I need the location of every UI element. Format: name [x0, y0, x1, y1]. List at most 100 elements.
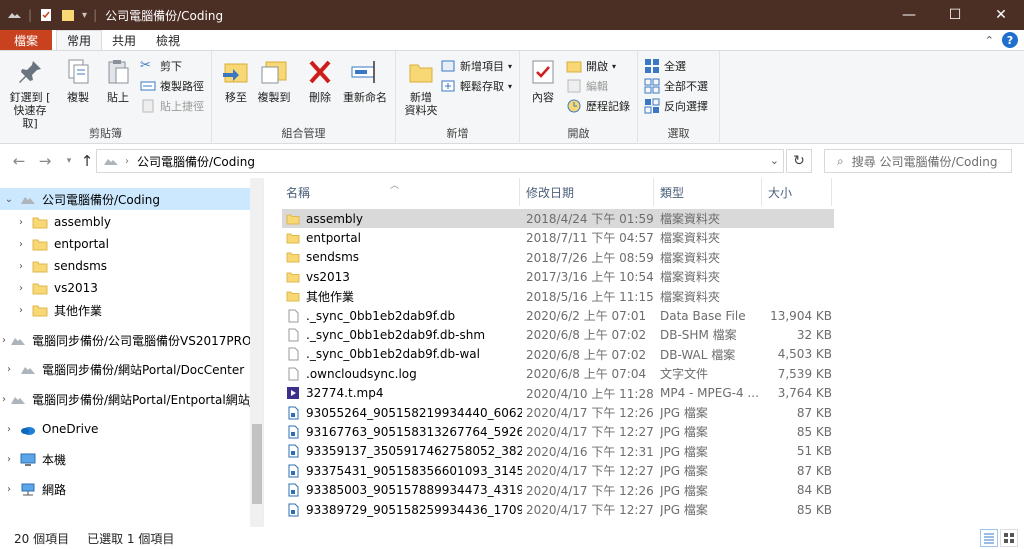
- file-name-cell[interactable]: 93385003_905157889934473_431969...: [286, 481, 522, 500]
- invert-selection-button[interactable]: 反向選擇: [644, 97, 708, 115]
- open-button[interactable]: 開啟 ▾: [566, 57, 616, 75]
- chevron-right-icon[interactable]: ›: [14, 261, 28, 272]
- collapse-ribbon-icon[interactable]: ⌃: [985, 34, 994, 47]
- move-to-button[interactable]: 移至: [220, 57, 252, 104]
- properties-icon[interactable]: [38, 7, 54, 23]
- nav-item[interactable]: › 電腦同步備份/公司電腦備份VS2017PROJ: [0, 329, 250, 351]
- history-button[interactable]: 歷程記錄: [566, 97, 630, 115]
- details-view-button[interactable]: [980, 529, 998, 547]
- file-row[interactable]: 93385003_905157889934473_431969... 2020/4…: [282, 481, 834, 500]
- file-name-cell[interactable]: 93389729_905158259934436_170994...: [286, 500, 522, 519]
- chevron-down-icon[interactable]: ⌄: [2, 194, 16, 205]
- tab-home[interactable]: 常用: [56, 30, 103, 50]
- help-icon[interactable]: ?: [1002, 32, 1018, 48]
- column-header-type[interactable]: 類型: [654, 178, 762, 206]
- chevron-right-icon[interactable]: ›: [14, 239, 28, 250]
- nav-item[interactable]: ⌄ 公司電腦備份/Coding: [0, 188, 250, 210]
- chevron-right-icon[interactable]: ›: [2, 454, 16, 465]
- paste-shortcut-button[interactable]: 貼上捷徑: [140, 97, 204, 115]
- file-row[interactable]: 93167763_905158313267764_592696... 2020/4…: [282, 422, 834, 441]
- cut-button[interactable]: ✂ 剪下: [140, 57, 182, 75]
- file-row[interactable]: 93055264_905158219934440_606266... 2020/4…: [282, 403, 834, 422]
- file-name-cell[interactable]: 93055264_905158219934440_606266...: [286, 403, 522, 422]
- tab-view[interactable]: 檢視: [146, 30, 190, 50]
- new-item-button[interactable]: 新增項目 ▾: [440, 57, 512, 75]
- file-row[interactable]: .owncloudsync.log 2020/6/8 上午 07:04 文字文件 7,…: [282, 364, 834, 383]
- file-row[interactable]: 93375431_905158356601093_314582... 2020/4…: [282, 461, 834, 480]
- file-name-cell[interactable]: ._sync_0bb1eb2dab9f.db: [286, 306, 522, 325]
- easy-access-button[interactable]: 輕鬆存取 ▾: [440, 77, 512, 95]
- close-button[interactable]: ✕: [978, 0, 1024, 30]
- nav-item[interactable]: › 電腦同步備份/網站Portal/DocCenter: [0, 358, 250, 380]
- customize-toolbar-icon[interactable]: ▾: [82, 10, 87, 21]
- file-row[interactable]: entportal 2018/7/11 下午 04:57 檔案資料夾: [282, 228, 834, 247]
- file-row[interactable]: ._sync_0bb1eb2dab9f.db-wal 2020/6/8 上午 07…: [282, 345, 834, 364]
- refresh-button[interactable]: ↻: [786, 149, 812, 173]
- nav-item[interactable]: › OneDrive: [0, 418, 250, 440]
- file-name-cell[interactable]: 93167763_905158313267764_592696...: [286, 422, 522, 441]
- chevron-right-icon[interactable]: ›: [2, 424, 16, 435]
- scrollbar-thumb[interactable]: [252, 424, 262, 504]
- nav-item[interactable]: › assembly: [0, 211, 250, 233]
- address-bar[interactable]: › 公司電腦備份/Coding ⌄: [96, 149, 784, 173]
- chevron-right-icon[interactable]: ›: [2, 484, 16, 495]
- file-name-cell[interactable]: ._sync_0bb1eb2dab9f.db-shm: [286, 325, 522, 344]
- nav-item[interactable]: › vs2013: [0, 277, 250, 299]
- file-name-cell[interactable]: assembly: [286, 209, 522, 228]
- file-name-cell[interactable]: ._sync_0bb1eb2dab9f.db-wal: [286, 345, 522, 364]
- file-row[interactable]: assembly 2018/4/24 下午 01:59 檔案資料夾: [282, 209, 834, 229]
- nav-item[interactable]: › entportal: [0, 233, 250, 255]
- tab-share[interactable]: 共用: [102, 30, 146, 50]
- chevron-right-icon[interactable]: ›: [2, 364, 16, 375]
- file-row[interactable]: ._sync_0bb1eb2dab9f.db-shm 2020/6/8 上午 07…: [282, 325, 834, 344]
- edit-button[interactable]: 編輯: [566, 77, 608, 95]
- nav-item[interactable]: › sendsms: [0, 255, 250, 277]
- search-input[interactable]: ⌕ 搜尋 公司電腦備份/Coding: [824, 149, 1012, 173]
- pin-quick-access-button[interactable]: 釘選到 [ 快速存取]: [6, 57, 54, 130]
- minimize-button[interactable]: —: [886, 0, 932, 30]
- delete-button[interactable]: 刪除: [304, 57, 336, 104]
- copy-to-button[interactable]: 複製到: [254, 57, 294, 104]
- file-name-cell[interactable]: 93375431_905158356601093_314582...: [286, 461, 522, 480]
- file-name-cell[interactable]: 其他作業: [286, 287, 522, 306]
- maximize-button[interactable]: ☐: [932, 0, 978, 30]
- chevron-right-icon[interactable]: ›: [2, 394, 6, 405]
- file-name-cell[interactable]: entportal: [286, 228, 522, 247]
- paste-button[interactable]: 貼上: [100, 57, 136, 104]
- file-row[interactable]: sendsms 2018/7/26 上午 08:59 檔案資料夾: [282, 248, 834, 267]
- up-button[interactable]: ↑: [78, 152, 96, 170]
- nav-item[interactable]: › 其他作業: [0, 299, 250, 321]
- nav-item[interactable]: › 電腦同步備份/網站Portal/Entportal網站JI: [0, 388, 250, 410]
- tab-file[interactable]: 檔案: [0, 30, 53, 50]
- address-dropdown-icon[interactable]: ⌄: [770, 154, 779, 167]
- file-row[interactable]: 93359137_3505917462758052_38286... 2020/4…: [282, 442, 834, 461]
- file-row[interactable]: 32774.t.mp4 2020/4/10 上午 11:28 MP4 - MPEG-…: [282, 384, 834, 403]
- nav-item[interactable]: › 本機: [0, 448, 250, 470]
- select-none-button[interactable]: 全部不選: [644, 77, 708, 95]
- navigation-scrollbar[interactable]: [250, 178, 263, 527]
- select-all-button[interactable]: 全選: [644, 57, 686, 75]
- copy-path-button[interactable]: 複製路徑: [140, 77, 204, 95]
- new-folder-icon[interactable]: [60, 7, 76, 23]
- address-path[interactable]: 公司電腦備份/Coding: [137, 153, 255, 170]
- chevron-right-icon[interactable]: ›: [14, 217, 28, 228]
- column-header-size[interactable]: 大小: [762, 178, 832, 206]
- file-name-cell[interactable]: .owncloudsync.log: [286, 364, 522, 383]
- properties-button[interactable]: 內容: [526, 57, 560, 104]
- nav-item[interactable]: › 網路: [0, 478, 250, 500]
- chevron-right-icon[interactable]: ›: [14, 283, 28, 294]
- file-name-cell[interactable]: vs2013: [286, 267, 522, 286]
- chevron-right-icon[interactable]: ›: [2, 335, 6, 346]
- column-header-name[interactable]: 名稱: [280, 178, 520, 206]
- file-row[interactable]: vs2013 2017/3/16 上午 10:54 檔案資料夾: [282, 267, 834, 286]
- column-header-date[interactable]: 修改日期: [520, 178, 654, 206]
- chevron-right-icon[interactable]: ›: [14, 305, 28, 316]
- rename-button[interactable]: 重新命名: [340, 57, 390, 104]
- large-icons-view-button[interactable]: [1000, 529, 1018, 547]
- file-row[interactable]: 其他作業 2018/5/16 上午 11:15 檔案資料夾: [282, 287, 834, 306]
- file-row[interactable]: 93389729_905158259934436_170994... 2020/4…: [282, 500, 834, 519]
- file-name-cell[interactable]: 32774.t.mp4: [286, 384, 522, 403]
- forward-button[interactable]: →: [36, 152, 54, 170]
- file-name-cell[interactable]: 93359137_3505917462758052_38286...: [286, 442, 522, 461]
- back-button[interactable]: ←: [10, 152, 28, 170]
